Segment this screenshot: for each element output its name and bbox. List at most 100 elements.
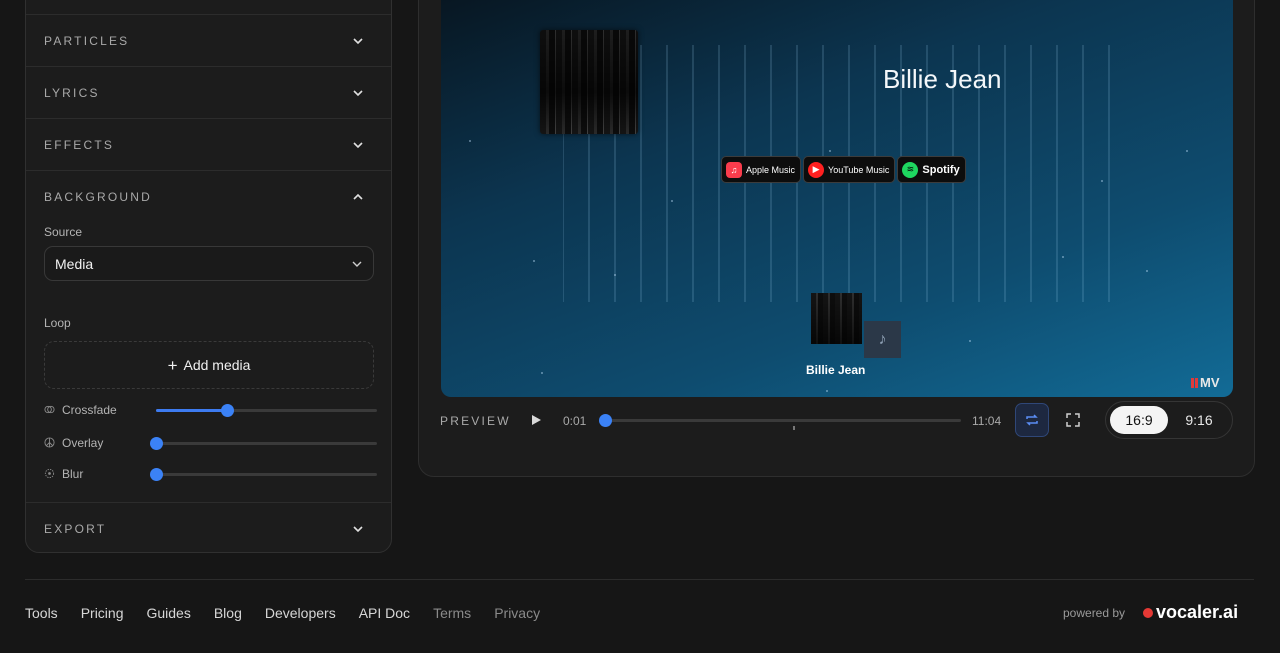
crossfade-label: Crossfade	[62, 403, 117, 417]
ratio-16-9-option[interactable]: 16:9	[1110, 406, 1168, 434]
source-label: Source	[44, 225, 83, 239]
youtube-music-badge: ▶ YouTube Music	[803, 156, 896, 183]
album-thumbnail	[811, 293, 862, 344]
watermark-text: MV	[1200, 375, 1220, 390]
star-dot	[969, 340, 971, 342]
chevron-down-icon	[352, 261, 362, 267]
play-icon[interactable]	[527, 411, 545, 429]
loop-label: Loop	[44, 316, 71, 330]
streaming-badges: ♫ Apple Music ▶ YouTube Music ≋ Spotify	[721, 156, 966, 183]
badge-label: YouTube Music	[828, 164, 890, 175]
chevron-down-icon	[353, 89, 363, 96]
star-dot	[1186, 150, 1188, 152]
apple-music-badge: ♫ Apple Music	[721, 156, 802, 183]
footer-link-api-doc[interactable]: API Doc	[359, 605, 410, 621]
section-particles[interactable]: PARTICLES	[26, 15, 391, 67]
total-time: 11:04	[972, 414, 1002, 428]
crossfade-slider-row: Crossfade	[44, 402, 377, 418]
repeat-icon	[1026, 414, 1038, 426]
star-dot	[614, 274, 616, 276]
star-dot	[541, 372, 543, 374]
footer-link-blog[interactable]: Blog	[214, 605, 242, 621]
star-dot	[1062, 256, 1064, 258]
brand-name: vocaler.ai	[1156, 602, 1239, 622]
star-dot	[1146, 270, 1148, 272]
footer-link-tools[interactable]: Tools	[25, 605, 58, 621]
badge-label: Apple Music	[746, 164, 796, 175]
slider-fill	[156, 409, 227, 412]
add-media-label: Add media	[183, 357, 251, 373]
overlay-slider-row: Overlay	[44, 435, 377, 451]
song-title: Billie Jean	[883, 64, 1002, 94]
star-dot	[469, 140, 471, 142]
blur-label: Blur	[62, 467, 84, 481]
overlay-icon	[44, 437, 55, 448]
loop-toggle-button[interactable]	[1015, 403, 1049, 437]
youtube-music-icon: ▶	[808, 161, 825, 178]
fullscreen-icon[interactable]	[1064, 411, 1082, 429]
footer-nav: Tools Pricing Guides Blog Developers API…	[25, 605, 540, 621]
star-dot	[1101, 180, 1103, 182]
footer-link-terms[interactable]: Terms	[433, 605, 471, 621]
blur-slider[interactable]	[150, 468, 377, 481]
section-label: PARTICLES	[44, 33, 130, 48]
star-dot	[829, 150, 831, 152]
section-label: BACKGROUND	[44, 190, 153, 204]
slider-handle[interactable]	[150, 468, 163, 481]
footer-link-developers[interactable]: Developers	[265, 605, 336, 621]
source-select[interactable]: Media	[44, 246, 374, 281]
footer-link-guides[interactable]: Guides	[146, 605, 190, 621]
section-export[interactable]: EXPORT	[26, 502, 391, 552]
overlay-label: Overlay	[62, 436, 104, 450]
logo-mark-icon	[1191, 377, 1198, 388]
blur-slider-row: Blur	[44, 466, 377, 482]
star-dot	[826, 390, 828, 392]
badge-label: Spotify	[922, 163, 960, 176]
preview-label: PREVIEW	[440, 414, 511, 428]
settings-panel: PARTICLES LYRICS EFFECTS BACKGROUND Sour…	[25, 0, 392, 553]
footer-link-pricing[interactable]: Pricing	[81, 605, 124, 621]
add-media-button[interactable]: + Add media	[44, 341, 374, 389]
aspect-ratio-toggle: 16:9 9:16	[1105, 401, 1233, 439]
thumbnail-title: Billie Jean	[806, 363, 866, 377]
apple-music-icon: ♫	[726, 161, 742, 178]
source-value: Media	[55, 255, 94, 272]
overlay-slider[interactable]	[150, 437, 377, 450]
brand-dot-icon	[1143, 607, 1153, 618]
timeline-scrubber[interactable]	[599, 414, 961, 427]
crossfade-slider[interactable]	[156, 404, 377, 417]
timeline-marker	[793, 426, 795, 430]
star-dot	[671, 200, 673, 202]
album-art-disc	[540, 30, 695, 134]
current-time: 0:01	[563, 414, 587, 428]
timeline-handle[interactable]	[599, 414, 612, 427]
music-note-icon: ♪	[864, 321, 901, 358]
chevron-down-icon	[353, 141, 363, 148]
powered-by-label: powered by	[1063, 606, 1126, 620]
ratio-9-16-option[interactable]: 9:16	[1170, 406, 1228, 434]
blur-icon	[44, 468, 55, 479]
spotify-badge: ≋ Spotify	[897, 156, 966, 183]
section-label: LYRICS	[44, 85, 100, 100]
section-lyrics[interactable]: LYRICS	[26, 67, 391, 119]
crossfade-icon	[44, 405, 55, 414]
spotify-icon: ≋	[902, 161, 919, 178]
vocaler-logo[interactable]: vocaler.ai	[1143, 602, 1238, 623]
plus-icon: +	[167, 355, 178, 375]
star-dot	[533, 260, 535, 262]
section-effects[interactable]: EFFECTS	[26, 119, 391, 171]
chevron-up-icon	[353, 193, 363, 200]
watermark-logo: MV	[1191, 375, 1220, 390]
video-preview[interactable]: Billie Jean ♫ Apple Music ▶ YouTube Musi…	[441, 0, 1233, 397]
footer-link-privacy[interactable]: Privacy	[494, 605, 540, 621]
section-label: EFFECTS	[44, 137, 115, 152]
album-cover	[540, 30, 638, 134]
section-header-top	[26, 0, 391, 15]
section-label: EXPORT	[44, 521, 107, 536]
slider-handle[interactable]	[220, 404, 234, 417]
slider-handle[interactable]	[150, 437, 163, 450]
chevron-down-icon	[353, 525, 363, 532]
section-background[interactable]: BACKGROUND	[26, 171, 391, 223]
footer-divider	[25, 579, 1254, 580]
chevron-down-icon	[353, 37, 363, 44]
